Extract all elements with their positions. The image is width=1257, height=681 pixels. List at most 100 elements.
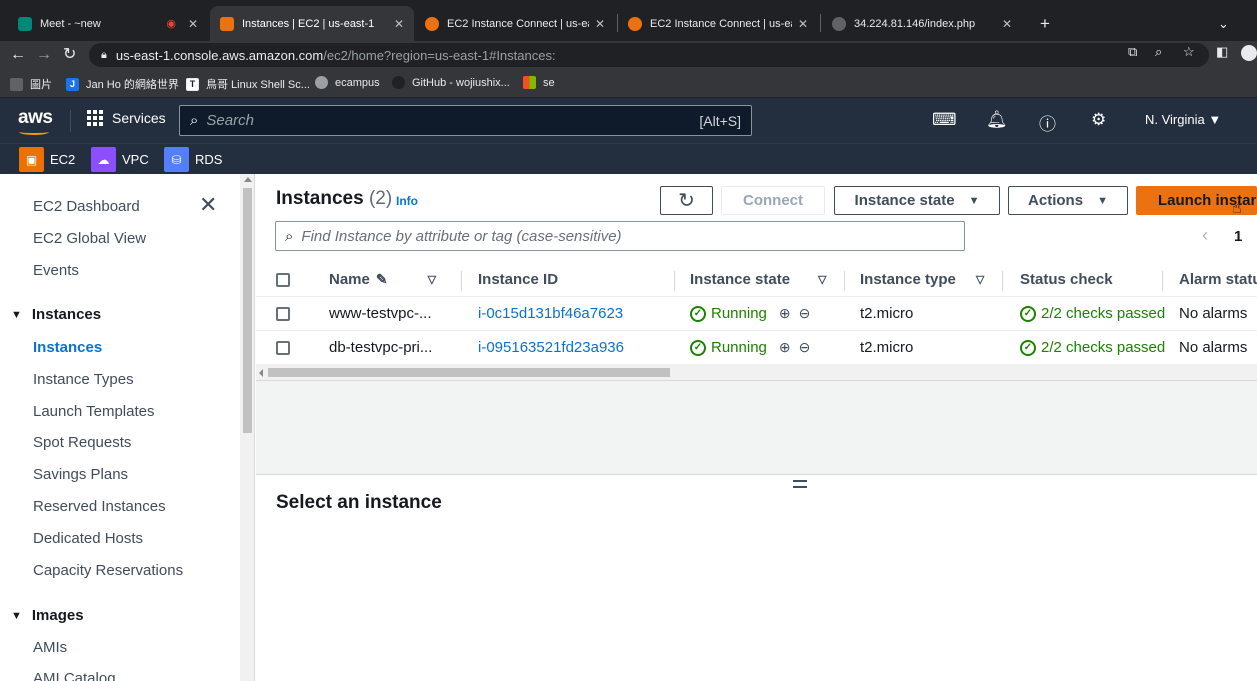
- scrollbar-thumb[interactable]: [268, 368, 670, 377]
- zoom-icon[interactable]: ⌕: [1155, 44, 1162, 60]
- info-link[interactable]: Info: [396, 194, 418, 208]
- new-tab-button[interactable]: +: [1030, 6, 1058, 41]
- github-icon: [392, 76, 405, 89]
- sidebar-item-events[interactable]: Events: [33, 262, 79, 279]
- sort-caret-icon[interactable]: ▽: [428, 273, 436, 286]
- sidebar-item-spot-requests[interactable]: Spot Requests: [33, 434, 131, 451]
- column-header-instance-type[interactable]: Instance type ▽: [860, 271, 984, 288]
- section-label: Instances: [31, 306, 102, 323]
- sort-caret-icon[interactable]: ▽: [818, 273, 826, 286]
- scroll-up-arrow-icon[interactable]: [244, 177, 252, 182]
- favorite-ec2[interactable]: ▣ EC2: [19, 147, 75, 172]
- table-row[interactable]: www-testvpc-... i-0c15d131bf46a7623 ✓ Run…: [256, 297, 1257, 331]
- connect-button[interactable]: Connect: [721, 186, 825, 215]
- translate-icon[interactable]: ⧉: [1128, 44, 1137, 60]
- browser-tab-instance-connect-2[interactable]: EC2 Instance Connect | us-east-1 ✕: [618, 6, 818, 41]
- sidebar-item-ec2-global-view[interactable]: EC2 Global View: [33, 230, 146, 247]
- column-header-name[interactable]: Name ✎ ▽: [329, 271, 436, 288]
- sidebar-item-ec2-dashboard[interactable]: EC2 Dashboard: [33, 198, 140, 215]
- sort-caret-icon[interactable]: ▽: [976, 273, 984, 286]
- column-header-status-check[interactable]: Status check: [1020, 271, 1113, 288]
- row-checkbox[interactable]: [276, 307, 290, 321]
- back-arrow-icon[interactable]: ←: [10, 45, 26, 65]
- close-sidebar-icon[interactable]: ✕: [199, 194, 217, 216]
- bookmark-star-icon[interactable]: ☆: [1183, 44, 1195, 60]
- close-tab-icon[interactable]: ✕: [595, 17, 605, 31]
- browser-tab-instance-connect-1[interactable]: EC2 Instance Connect | us-east-1 ✕: [415, 6, 615, 41]
- previous-page-chevron-icon[interactable]: ‹: [1202, 225, 1208, 246]
- address-bar[interactable]: 🔒︎ us-east-1.console.aws.amazon.com/ec2/…: [89, 43, 1209, 67]
- check-circle-icon: ✓: [1020, 339, 1036, 356]
- scrollbar-thumb[interactable]: [243, 188, 252, 433]
- sidebar-item-ami-catalog[interactable]: AMI Catalog: [33, 670, 116, 681]
- sidebar-item-savings-plans[interactable]: Savings Plans: [33, 466, 128, 483]
- zoom-out-icon[interactable]: ⊖: [799, 305, 811, 322]
- services-menu-button[interactable]: Services: [87, 110, 166, 126]
- button-label: Instance state: [854, 192, 955, 209]
- sidebar-item-capacity-reservations[interactable]: Capacity Reservations: [33, 562, 183, 579]
- profile-avatar[interactable]: [1241, 45, 1257, 61]
- find-instance-input[interactable]: ⌕ Find Instance by attribute or tag (cas…: [275, 221, 965, 251]
- status-text: 2/2 checks passed: [1041, 305, 1166, 322]
- sidebar-item-instance-types[interactable]: Instance Types: [33, 371, 134, 388]
- bookmark-item[interactable]: se: [523, 76, 555, 89]
- browser-tab-index-php[interactable]: 34.224.81.146/index.php ✕: [822, 6, 1022, 41]
- sidebar-section-instances[interactable]: ▼ Instances: [11, 306, 101, 323]
- browser-tab-meet[interactable]: Meet - ~new ◉ ✕: [8, 6, 208, 41]
- close-tab-icon[interactable]: ✕: [394, 17, 404, 31]
- table-horizontal-scrollbar[interactable]: [256, 364, 1257, 380]
- resize-handle-icon[interactable]: [793, 480, 807, 488]
- bookmark-item[interactable]: T 鳥哥 Linux Shell Sc...: [186, 76, 310, 92]
- instance-state-dropdown[interactable]: Instance state ▼: [834, 186, 1000, 215]
- table-row[interactable]: db-testvpc-pri... i-095163521fd23a936 ✓ R…: [256, 331, 1257, 365]
- bookmark-item[interactable]: 圖片: [10, 76, 52, 92]
- notifications-bell-icon[interactable]: 🔔︎: [986, 110, 1008, 130]
- bookmark-label: GitHub - wojiushix...: [412, 76, 510, 89]
- column-header-instance-state[interactable]: Instance state ▽: [690, 271, 827, 288]
- bookmark-item[interactable]: J Jan Ho 的網絡世界: [66, 76, 179, 92]
- tab-search-chevron-icon[interactable]: ⌄: [1208, 6, 1236, 41]
- sidebar-section-images[interactable]: ▼ Images: [11, 607, 84, 624]
- column-label: Instance ID: [478, 271, 559, 288]
- bookmark-item[interactable]: ecampus: [315, 76, 380, 89]
- close-tab-icon[interactable]: ✕: [188, 17, 198, 31]
- bookmark-item[interactable]: GitHub - wojiushix...: [392, 76, 510, 89]
- zoom-in-icon[interactable]: ⊕: [779, 305, 791, 322]
- select-all-checkbox[interactable]: [276, 273, 290, 287]
- sidebar-scrollbar[interactable]: [240, 174, 255, 681]
- page-number[interactable]: 1: [1234, 228, 1242, 245]
- reload-icon[interactable]: ↻: [63, 45, 76, 65]
- url-path: /ec2/home?region=us-east-1#Instances:: [323, 47, 556, 63]
- aws-search-input[interactable]: ⌕ Search [Alt+S]: [179, 105, 752, 136]
- row-checkbox[interactable]: [276, 341, 290, 355]
- close-tab-icon[interactable]: ✕: [1002, 17, 1012, 31]
- aws-logo[interactable]: aws: [18, 107, 53, 129]
- refresh-button[interactable]: ↻: [660, 186, 713, 215]
- side-panel-icon[interactable]: ◧: [1216, 44, 1228, 60]
- sidebar-item-launch-templates[interactable]: Launch Templates: [33, 403, 154, 420]
- column-separator: [674, 271, 675, 291]
- favorite-rds[interactable]: ⛁ RDS: [164, 147, 222, 172]
- instance-id-link[interactable]: i-0c15d131bf46a7623: [478, 305, 623, 322]
- cloudshell-icon[interactable]: ⌨︎: [932, 110, 957, 130]
- zoom-in-icon[interactable]: ⊕: [779, 339, 791, 356]
- actions-dropdown[interactable]: Actions ▼: [1008, 186, 1128, 215]
- region-selector[interactable]: N. Virginia ▼: [1145, 112, 1221, 127]
- sidebar-item-reserved-instances[interactable]: Reserved Instances: [33, 498, 166, 515]
- favorite-vpc[interactable]: ☁︎ VPC: [91, 147, 149, 172]
- instance-id-link[interactable]: i-095163521fd23a936: [478, 339, 624, 356]
- help-icon[interactable]: ⓘ: [1039, 110, 1056, 135]
- column-header-instance-id[interactable]: Instance ID: [478, 271, 558, 288]
- forward-arrow-icon[interactable]: →: [36, 45, 52, 65]
- zoom-out-icon[interactable]: ⊖: [799, 339, 811, 356]
- status-check-cell: ✓ 2/2 checks passed: [1020, 339, 1165, 356]
- close-tab-icon[interactable]: ✕: [798, 17, 808, 31]
- sidebar-item-dedicated-hosts[interactable]: Dedicated Hosts: [33, 530, 143, 547]
- section-label: Images: [31, 607, 84, 624]
- browser-tab-instances[interactable]: Instances | EC2 | us-east-1 ✕: [210, 6, 414, 41]
- scroll-left-arrow-icon[interactable]: [259, 369, 263, 377]
- settings-gear-icon[interactable]: ⚙: [1091, 110, 1106, 130]
- sidebar-item-instances[interactable]: Instances: [33, 339, 102, 356]
- column-header-alarm-status[interactable]: Alarm status: [1179, 271, 1257, 288]
- sidebar-item-amis[interactable]: AMIs: [33, 639, 67, 656]
